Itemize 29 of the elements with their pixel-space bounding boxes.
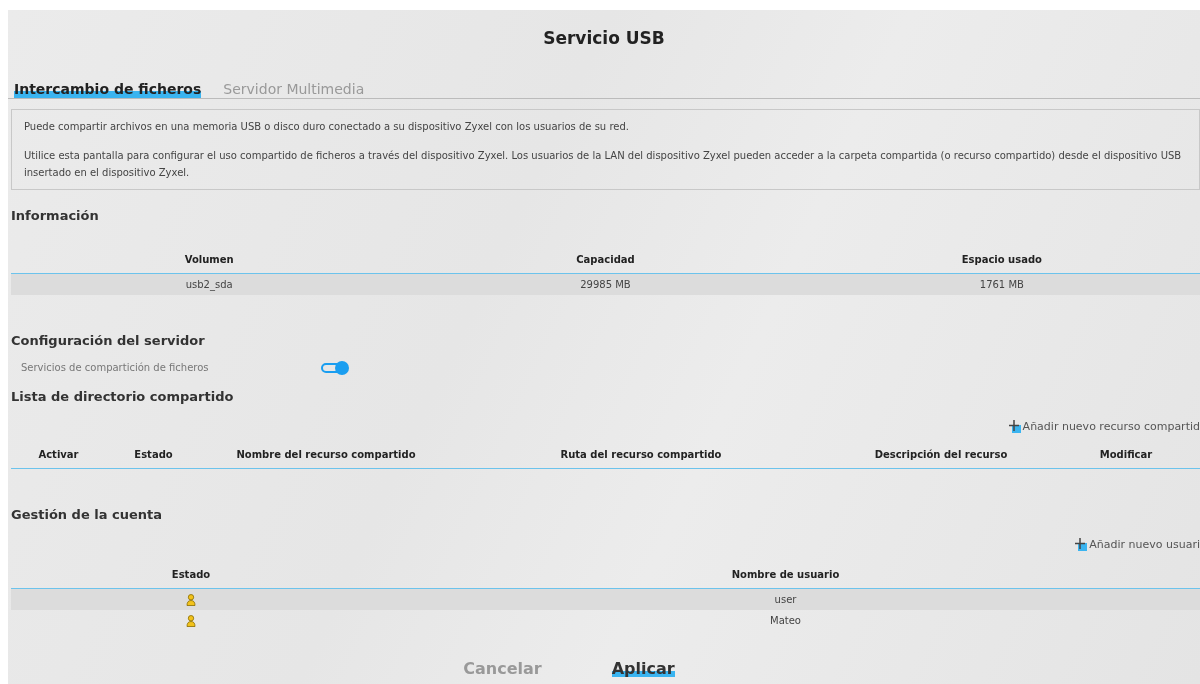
- toggle-switch[interactable]: [321, 360, 349, 375]
- page-title: Servicio USB: [542, 27, 666, 50]
- column-header: Volumen: [11, 245, 408, 274]
- column-header: Estado: [106, 441, 201, 469]
- description-text: Utilice esta pantalla para configurar el uso compartido de ficheros a través del dispositivo Zyxel. Los usuarios de la LAN del dispositivo Zyxel pueden acceder a la carpeta compartida (o recurso compartido) desde el dispositivo USB insertado en el dispositivo Zyxel.: [24, 149, 1183, 180]
- column-header: Descripción del recurso: [831, 441, 1051, 469]
- add-icon: [1074, 538, 1088, 552]
- section-heading: Información: [10, 207, 100, 225]
- table-cell: usb2_sda: [11, 273, 408, 295]
- add-icon: [1007, 420, 1021, 434]
- section-heading: Configuración del servidor: [10, 331, 206, 350]
- column-header: Activar: [11, 441, 106, 469]
- table-cell: 29985 MB: [407, 273, 804, 295]
- column-header: Ruta del recurso compartido: [451, 441, 831, 469]
- section-heading: Gestión de la cuenta: [10, 506, 164, 524]
- table-cell: user: [371, 589, 1200, 610]
- user-icon: [186, 615, 196, 627]
- add-link[interactable]: Añadir nuevo usuari: [1089, 536, 1200, 553]
- add-link[interactable]: Añadir nuevo recurso compartid: [1022, 418, 1200, 435]
- setting-label: Servicios de compartición de ficheros: [21, 361, 210, 375]
- user-icon: [186, 594, 196, 606]
- table-cell: 1761 MB: [803, 273, 1200, 295]
- column-header: Capacidad: [407, 245, 804, 274]
- section-heading: Lista de directorio compartido: [10, 388, 235, 406]
- column-header: Modificar: [1051, 441, 1200, 469]
- description-text: Puede compartir archivos en una memoria USB o disco duro conectado a su dispositivo Zyxel con los usuarios de su red.: [24, 120, 630, 134]
- table-cell-text: Mateo: [769, 614, 802, 628]
- column-header: Nombre del recurso compartido: [201, 441, 451, 469]
- column-header: Espacio usado: [803, 245, 1200, 274]
